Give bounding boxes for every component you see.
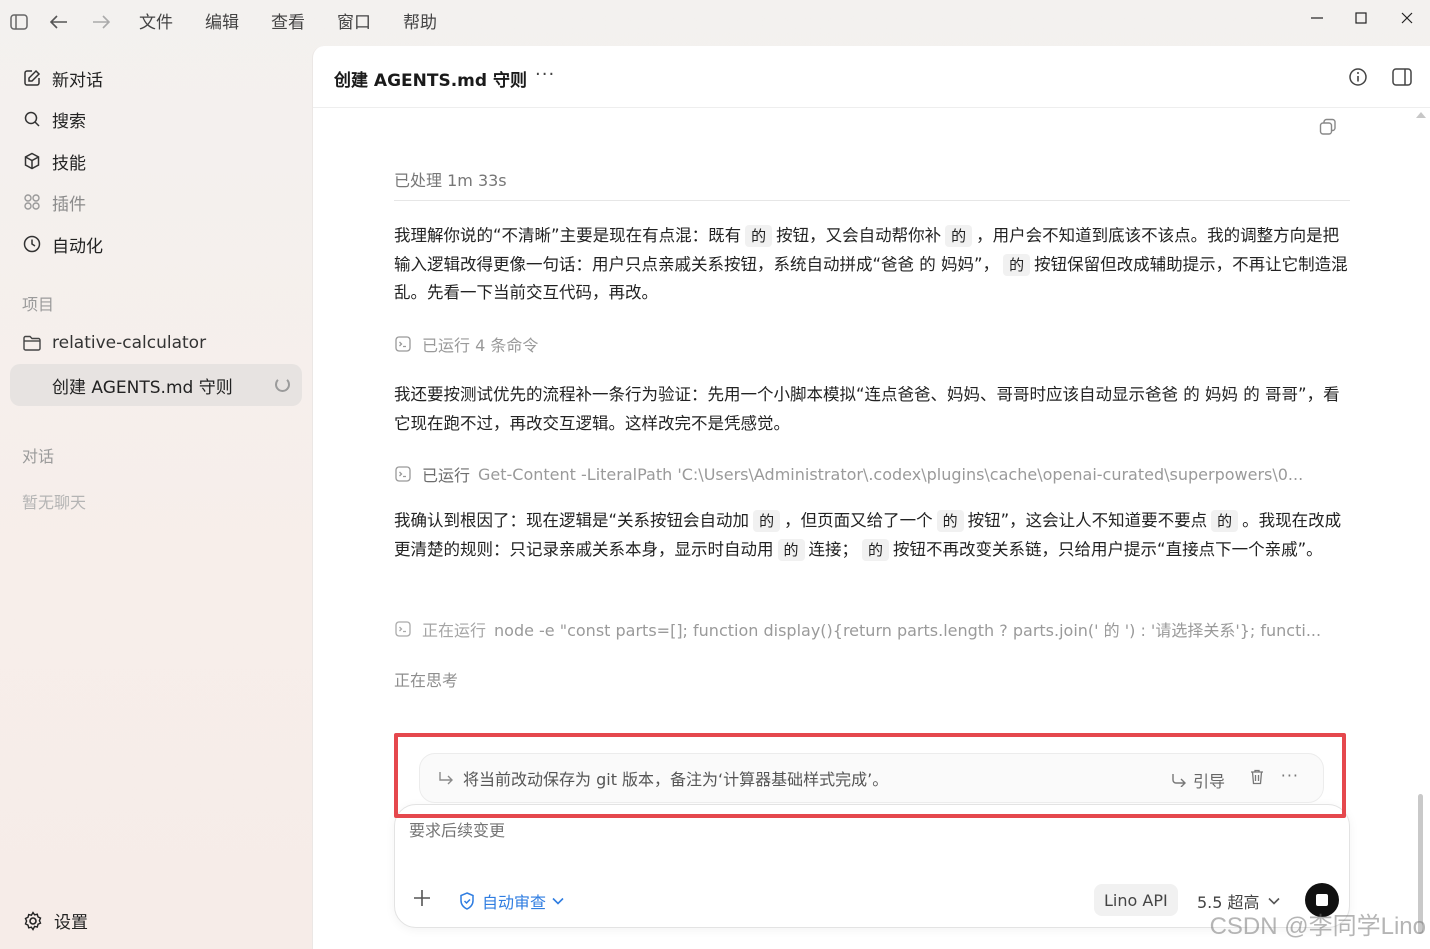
inline-code: 的 (1003, 253, 1031, 276)
highlight-box (394, 733, 1346, 818)
folder-icon (22, 333, 42, 353)
sidebar-chat-active[interactable]: 创建 AGENTS.md 守则 (10, 364, 302, 406)
close-icon[interactable] (1392, 8, 1422, 28)
menu-edit[interactable]: 编辑 (205, 12, 239, 34)
sidebar-item-label: 技能 (52, 153, 86, 174)
sidebar-item-label: 插件 (52, 194, 86, 215)
chat-title: 创建 AGENTS.md 守则 (52, 377, 233, 398)
stop-icon (1316, 894, 1328, 906)
loading-spinner-icon (275, 377, 290, 392)
assistant-message: 我还要按测试优先的流程补一条行为验证：先用一个小脚本模拟“连点爸爸、妈妈、哥哥时… (394, 385, 1340, 433)
settings-button[interactable]: 设置 (22, 908, 88, 933)
chevron-down-icon (552, 895, 564, 907)
sidebar-item-label: 自动化 (52, 236, 103, 257)
conversation-header: 创建 AGENTS.md 守则 ··· (313, 46, 1430, 108)
command-label: 正在运行 (422, 621, 487, 640)
sidebar-item-label: 新对话 (52, 70, 103, 91)
shield-icon (458, 892, 476, 910)
sidebar-item-label: 搜索 (52, 111, 86, 132)
command-ran[interactable]: 已运行 Get-Content -LiteralPath 'C:\Users\A… (394, 462, 1334, 486)
sidebar-item-plugins[interactable]: 插件 (22, 189, 86, 215)
scroll-up-arrow-icon[interactable] (1416, 112, 1426, 118)
more-options-button[interactable]: ··· (535, 64, 555, 85)
back-arrow-icon[interactable] (49, 12, 69, 32)
no-chats-text: 暂无聊天 (22, 493, 87, 512)
inline-code: 的 (945, 225, 973, 247)
inline-code: 的 (777, 538, 805, 561)
main-panel: 创建 AGENTS.md 守则 ··· 已处理 1m 33s 我理解你说的“不清… (312, 46, 1430, 949)
projects-section-label: 项目 (22, 295, 55, 314)
menu-bar: 文件 编辑 查看 窗口 帮助 (139, 12, 469, 34)
inline-code: 的 (936, 510, 964, 532)
settings-label: 设置 (54, 913, 88, 933)
clock-icon (22, 234, 42, 254)
inline-code: 的 (753, 510, 781, 532)
sidebar-project-relative-calculator[interactable]: relative-calculator (22, 333, 206, 353)
gear-icon (22, 910, 44, 932)
chats-section-label: 对话 (22, 447, 55, 466)
title-bar: 文件 编辑 查看 窗口 帮助 (0, 0, 1430, 46)
minimize-icon[interactable] (1302, 8, 1332, 28)
add-attachment-button[interactable] (411, 887, 433, 909)
command-detail: node -e "const parts=[]; function displa… (494, 621, 1322, 640)
message-text: 按钮”，这会让人不知道要不要点 (967, 511, 1208, 530)
project-name: relative-calculator (52, 333, 207, 353)
page-title: 创建 AGENTS.md 守则 (334, 71, 527, 91)
sidebar-item-automation[interactable]: 自动化 (22, 231, 103, 257)
command-group-collapsed[interactable]: 已运行 4 条命令 (394, 332, 1334, 356)
grid-icon (22, 192, 42, 212)
command-label: 已运行 4 条命令 (422, 336, 539, 355)
sidebar-item-skills[interactable]: 技能 (22, 148, 86, 174)
menu-view[interactable]: 查看 (271, 12, 305, 34)
composer-input[interactable] (409, 821, 1309, 840)
menu-window[interactable]: 窗口 (337, 12, 371, 34)
watermark: CSDN @李同学Lino (1209, 913, 1426, 940)
maximize-icon[interactable] (1346, 8, 1376, 28)
panel-toggle-icon[interactable] (1391, 66, 1413, 88)
forward-arrow-icon[interactable] (91, 12, 111, 32)
message-text: 连接； (808, 539, 859, 559)
message-text: 按钮不再改变关系链，只给用户提示“直接点下一个亲戚”。 (893, 539, 1323, 559)
processed-duration[interactable]: 已处理 1m 33s (394, 167, 507, 191)
thinking-status: 正在思考 (394, 671, 459, 690)
message-text: ，但页面又给了一个 (784, 511, 933, 530)
sidebar-item-search[interactable]: 搜索 (22, 106, 86, 132)
sidebar-item-new-chat[interactable]: 新对话 (22, 65, 103, 91)
assistant-message: 我确认到根因了：现在逻辑是“关系按钮会自动加的，但页面又给了一个的按钮”，这会让… (394, 507, 1354, 564)
search-icon (22, 109, 42, 129)
menu-help[interactable]: 帮助 (403, 12, 437, 34)
menu-file[interactable]: 文件 (139, 12, 173, 34)
inline-code: 的 (862, 538, 890, 561)
sidebar-toggle-icon[interactable] (9, 12, 29, 32)
edit-icon (22, 68, 42, 88)
command-detail: Get-Content -LiteralPath 'C:\Users\Admin… (478, 464, 1304, 484)
message-composer: 自动审查 Lino API 5.5 超高 (394, 804, 1350, 928)
message-text: 按钮，又会自动帮你补 (776, 226, 942, 245)
terminal-icon (394, 620, 412, 638)
auto-review-dropdown[interactable]: 自动审查 (458, 889, 564, 913)
message-text: 我理解你说的“不清晰”主要是现在有点混：既有 (394, 226, 742, 245)
api-provider-chip[interactable]: Lino API (1094, 884, 1178, 916)
divider (394, 200, 1350, 201)
sidebar: 新对话 搜索 技能 插件 自动化 项目 relative-calculator … (0, 46, 312, 949)
command-running[interactable]: 正在运行 node -e "const parts=[]; function d… (394, 617, 1334, 641)
terminal-icon (394, 335, 412, 353)
terminal-icon (394, 465, 412, 483)
assistant-message: 我理解你说的“不清晰”主要是现在有点混：既有的按钮，又会自动帮你补的，用户会不知… (394, 222, 1354, 308)
inline-code: 的 (1211, 510, 1239, 532)
message-text: 我确认到根因了：现在逻辑是“关系按钮会自动加 (394, 511, 750, 530)
inline-code: 的 (745, 225, 773, 247)
copy-icon[interactable] (1319, 118, 1337, 136)
command-label: 已运行 (422, 466, 471, 485)
info-icon[interactable] (1347, 66, 1369, 88)
cube-icon (22, 151, 42, 171)
auto-review-label: 自动审查 (482, 893, 547, 912)
